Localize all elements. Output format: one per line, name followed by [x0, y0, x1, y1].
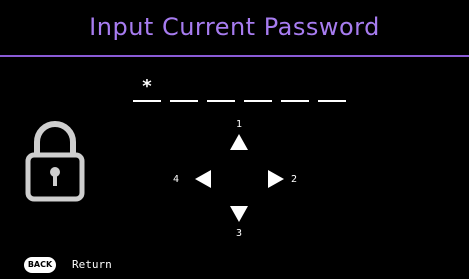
password-slot-4 — [244, 78, 272, 102]
password-slot-1: * — [133, 76, 161, 102]
left-key-number: 4 — [173, 174, 180, 185]
return-label: Return — [72, 258, 112, 271]
right-key-number: 2 — [291, 174, 298, 185]
password-slot-5 — [281, 78, 309, 102]
password-slot-2 — [170, 78, 198, 102]
down-key-number: 3 — [236, 228, 243, 239]
arrow-left-icon[interactable] — [195, 170, 211, 188]
slot-underline — [170, 100, 198, 102]
slot-underline — [207, 100, 235, 102]
password-slot-6 — [318, 78, 346, 102]
arrow-right-icon[interactable] — [268, 170, 284, 188]
slot-underline — [318, 100, 346, 102]
slot-underline — [281, 100, 309, 102]
up-key-number: 1 — [236, 119, 243, 130]
lock-icon — [25, 116, 85, 206]
password-slot-3 — [207, 78, 235, 102]
arrow-up-icon[interactable] — [230, 134, 248, 150]
page-title: Input Current Password — [0, 0, 469, 57]
password-input[interactable]: * — [133, 76, 346, 102]
back-button[interactable]: BACK — [24, 257, 56, 273]
slot-underline — [133, 100, 161, 102]
password-char: * — [142, 76, 152, 97]
arrow-down-icon[interactable] — [230, 206, 248, 222]
slot-underline — [244, 100, 272, 102]
